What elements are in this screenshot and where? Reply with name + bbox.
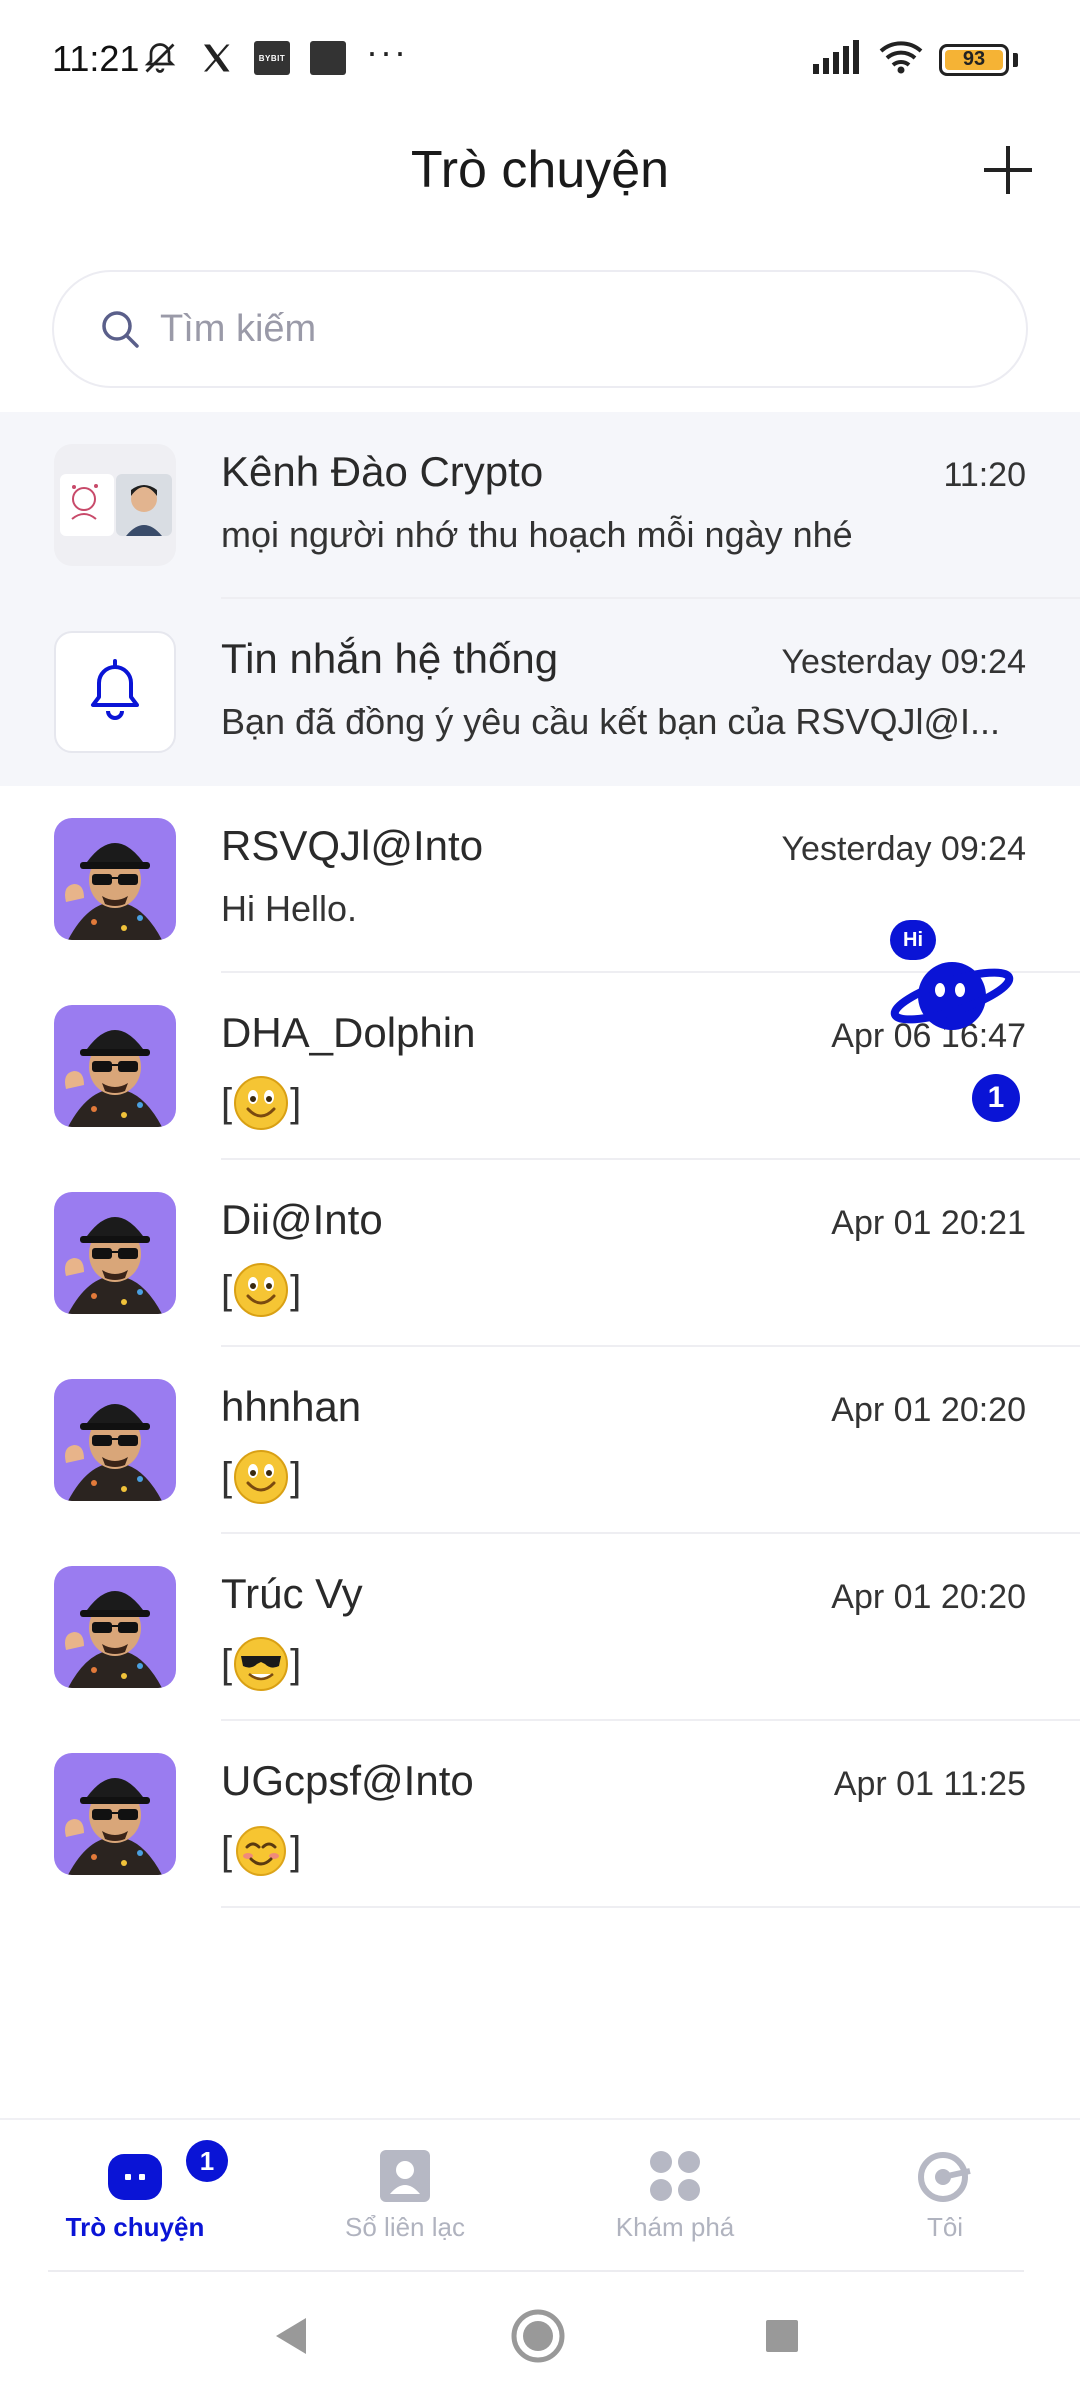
header: Trò chuyện xyxy=(0,120,1080,220)
profile-icon xyxy=(915,2146,975,2206)
character-avatar xyxy=(54,1379,176,1501)
smile-emoji xyxy=(233,1262,289,1318)
bell-off-icon xyxy=(142,40,178,76)
status-bar: 11:21 BYBIT ··· 93 xyxy=(0,0,1080,120)
character-avatar xyxy=(54,1192,176,1314)
wifi-icon xyxy=(879,40,923,79)
page-title: Trò chuyện xyxy=(410,141,670,199)
discover-icon xyxy=(645,2146,705,2206)
conversation-time: Apr 01 20:20 xyxy=(831,1578,1026,1616)
search-input[interactable] xyxy=(160,307,960,351)
back-triangle-icon xyxy=(276,2318,306,2354)
signal-icon xyxy=(813,40,863,79)
status-system-icons: 93 xyxy=(813,40,1018,79)
conversation-preview: [] xyxy=(221,1075,1021,1131)
conversation-time: Apr 01 20:21 xyxy=(831,1204,1026,1242)
contacts-icon xyxy=(375,2146,435,2206)
conversation-preview: [] xyxy=(221,1636,1021,1692)
conversation-preview: [] xyxy=(221,1262,1021,1318)
conversation-name: Trúc Vy xyxy=(221,1570,363,1617)
more-dots-icon: ··· xyxy=(366,31,408,72)
conversation-row[interactable]: Dii@Into Apr 01 20:21 [] xyxy=(0,1160,1080,1347)
conversation-name: UGcpsf@Into xyxy=(221,1757,474,1804)
tab-profile[interactable]: Tôi xyxy=(810,2120,1080,2272)
smile-emoji xyxy=(233,1449,289,1505)
system-nav-bar xyxy=(0,2272,1080,2400)
group-avatar xyxy=(54,444,176,566)
conversation-time: Yesterday 09:24 xyxy=(781,830,1027,868)
battery-level: 93 xyxy=(962,48,986,70)
add-button[interactable] xyxy=(976,138,1040,202)
conversation-preview: Bạn đã đồng ý yêu cầu kết bạn của RSVQJl… xyxy=(221,701,1000,742)
character-avatar xyxy=(54,818,176,940)
conversation-row[interactable]: Kênh Đào Crypto 11:20 mọi người nhớ thu … xyxy=(0,412,1080,599)
search-icon xyxy=(102,311,139,348)
x-logo-icon xyxy=(198,40,234,76)
plus-icon xyxy=(984,146,1032,194)
divider xyxy=(221,1906,1080,1908)
character-avatar xyxy=(54,1753,176,1875)
conversation-preview: [] xyxy=(221,1449,1021,1505)
tab-chat[interactable]: Trò chuyện 1 xyxy=(0,2120,270,2272)
conversation-name: RSVQJl@Into xyxy=(221,822,484,869)
home-button[interactable] xyxy=(510,2308,566,2364)
conversation-name: Kênh Đào Crypto xyxy=(221,448,544,495)
status-notification-icons: BYBIT ··· xyxy=(142,31,408,76)
assistant-badge: 1 xyxy=(972,1074,1020,1122)
conversation-row[interactable]: Trúc Vy Apr 01 20:20 [] xyxy=(0,1534,1080,1721)
recents-button[interactable] xyxy=(754,2308,810,2364)
bottom-nav: Trò chuyện 1 Sổ liên lạc Khám phá Tôi xyxy=(0,2118,1080,2270)
character-avatar xyxy=(54,1005,176,1127)
planet-mascot-icon xyxy=(890,962,1014,1030)
conversation-preview: [] xyxy=(221,1823,1021,1879)
battery-icon: 93 xyxy=(939,43,1009,76)
chat-unread-badge: 1 xyxy=(186,2140,228,2182)
bell-icon xyxy=(91,659,139,720)
conversation-time: Apr 01 20:20 xyxy=(831,1391,1026,1429)
conversation-row[interactable]: Tin nhắn hệ thống Yesterday 09:24 Bạn đã… xyxy=(0,599,1080,786)
bybit-icon: BYBIT xyxy=(254,41,290,75)
conversation-list: Kênh Đào Crypto 11:20 mọi người nhớ thu … xyxy=(0,412,1080,1908)
conversation-row[interactable]: UGcpsf@Into Apr 01 11:25 [] xyxy=(0,1721,1080,1908)
conversation-time: Yesterday 09:24 xyxy=(781,643,1027,681)
tab-label: Tôi xyxy=(926,2212,964,2242)
blush-emoji xyxy=(233,1823,289,1879)
chat-icon xyxy=(105,2146,165,2206)
conversation-name: DHA_Dolphin xyxy=(221,1009,476,1056)
character-avatar xyxy=(54,1566,176,1688)
floating-assistant[interactable]: Hi xyxy=(880,920,1030,1050)
recents-square-icon xyxy=(766,2320,798,2352)
tab-contacts[interactable]: Sổ liên lạc xyxy=(270,2120,540,2272)
smile-emoji xyxy=(233,1075,289,1131)
status-time: 11:21 xyxy=(52,38,140,79)
home-circle-icon xyxy=(511,2309,565,2363)
conversation-name: Tin nhắn hệ thống xyxy=(221,635,559,682)
tab-label: Sổ liên lạc xyxy=(345,2212,465,2242)
tab-label: Trò chuyện xyxy=(65,2212,205,2242)
search-bar[interactable] xyxy=(52,270,1028,388)
tab-discover[interactable]: Khám phá xyxy=(540,2120,810,2272)
conversation-name: hhnhan xyxy=(221,1383,362,1430)
conversation-preview: mọi người nhớ thu hoạch mỗi ngày nhé xyxy=(221,514,853,555)
conversation-row[interactable]: hhnhan Apr 01 20:20 [] xyxy=(0,1347,1080,1534)
system-avatar xyxy=(54,631,176,753)
app-icon xyxy=(310,41,346,75)
sunglasses-emoji xyxy=(233,1636,289,1692)
back-button[interactable] xyxy=(262,2308,318,2364)
tab-label: Khám phá xyxy=(615,2212,735,2242)
conversation-time: 11:20 xyxy=(943,456,1026,494)
conversation-name: Dii@Into xyxy=(221,1196,383,1243)
conversation-time: Apr 01 11:25 xyxy=(833,1765,1026,1803)
